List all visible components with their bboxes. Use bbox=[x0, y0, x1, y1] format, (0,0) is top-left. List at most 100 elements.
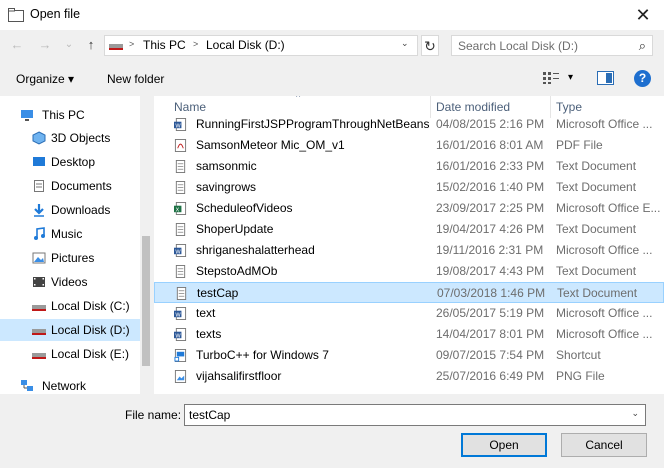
address-dropdown-icon[interactable]: ⌄ bbox=[401, 38, 409, 49]
sidebar-item-label: 3D Objects bbox=[51, 131, 111, 145]
word-icon: W bbox=[174, 244, 187, 257]
sidebar-item-local-disk-d[interactable]: Local Disk (D:) bbox=[0, 319, 140, 341]
breadcrumb-separator[interactable]: > bbox=[193, 39, 198, 49]
file-date-modified: 14/04/2017 8:01 PM bbox=[436, 327, 545, 341]
file-type: Microsoft Office ... bbox=[556, 243, 653, 257]
sidebar-item-label: Local Disk (C:) bbox=[51, 299, 130, 313]
pc-icon bbox=[21, 110, 33, 121]
file-row[interactable]: X ScheduleofVideos 23/09/2017 2:25 PM Micro… bbox=[154, 198, 664, 219]
file-row[interactable]: TurboC++ for Windows 7 09/07/2015 7:54 PM… bbox=[154, 345, 664, 366]
breadcrumb-local-disk-d[interactable]: Local Disk (D:) bbox=[206, 38, 285, 52]
navigation-pane: This PC 3D Objects Desktop Documents Downloa… bbox=[0, 96, 152, 394]
file-date-modified: 23/09/2017 2:25 PM bbox=[436, 201, 545, 215]
back-button[interactable]: ← bbox=[8, 36, 26, 54]
shortcut-icon bbox=[174, 349, 187, 362]
file-name: vijahsalifirstfloor bbox=[196, 369, 282, 383]
sidebar-item-3d-objects[interactable]: 3D Objects bbox=[0, 127, 140, 149]
svg-text:W: W bbox=[175, 312, 181, 318]
downloads-icon bbox=[34, 204, 44, 217]
sidebar-item-local-disk-c[interactable]: Local Disk (C:) bbox=[0, 295, 140, 317]
sidebar-item-label: Videos bbox=[51, 275, 88, 289]
file-row[interactable]: vijahsalifirstfloor 25/07/2016 6:49 PM PNG… bbox=[154, 366, 664, 387]
file-date-modified: 25/07/2016 6:49 PM bbox=[436, 369, 545, 383]
sidebar-item-videos[interactable]: Videos bbox=[0, 271, 140, 293]
breadcrumb-separator[interactable]: > bbox=[129, 39, 134, 49]
sidebar-item-label: Music bbox=[51, 227, 83, 241]
sidebar-item-network[interactable]: Network bbox=[0, 375, 140, 394]
documents-icon bbox=[34, 180, 44, 192]
sidebar-item-label: This PC bbox=[42, 108, 85, 122]
search-placeholder: Search Local Disk (D:) bbox=[458, 39, 579, 53]
file-row[interactable]: savingrows 15/02/2016 1:40 PM Text Documen… bbox=[154, 177, 664, 198]
drive-icon bbox=[109, 44, 123, 50]
file-row[interactable]: Wtexts 14/04/2017 8:01 PM Microsoft Office… bbox=[154, 324, 664, 345]
svg-text:W: W bbox=[175, 123, 181, 129]
new-folder-button[interactable]: New folder bbox=[107, 72, 164, 86]
sidebar-item-label: Local Disk (D:) bbox=[51, 323, 130, 337]
sidebar-item-label: Pictures bbox=[51, 251, 95, 265]
svg-text:X: X bbox=[175, 207, 179, 213]
cancel-button[interactable]: Cancel bbox=[561, 433, 647, 457]
videos-icon bbox=[33, 277, 45, 287]
pictures-icon bbox=[32, 252, 46, 264]
sidebar-item-label: Network bbox=[42, 379, 87, 393]
sidebar-item-documents[interactable]: Documents bbox=[0, 175, 140, 197]
file-name: StepstoAdMOb bbox=[196, 264, 278, 278]
change-view-icon[interactable] bbox=[543, 72, 559, 84]
file-type: Shortcut bbox=[556, 348, 601, 362]
sidebar-item-pictures[interactable]: Pictures bbox=[0, 247, 140, 269]
sidebar-scroll-thumb[interactable] bbox=[142, 236, 150, 366]
file-row[interactable]: Wshriganeshalatterhead 19/11/2016 2:31 PM… bbox=[154, 240, 664, 261]
file-name: samsonmic bbox=[196, 159, 257, 173]
sidebar-item-label: Downloads bbox=[51, 203, 111, 217]
file-name: TurboC++ for Windows 7 bbox=[196, 348, 329, 362]
sidebar-item-music[interactable]: Music bbox=[0, 223, 140, 245]
file-name-input[interactable]: testCap ⌄ bbox=[184, 404, 646, 426]
recent-locations-button[interactable]: ⌄ bbox=[60, 36, 78, 54]
file-type: Text Document bbox=[556, 222, 637, 236]
refresh-button[interactable]: ↻ bbox=[421, 35, 439, 56]
forward-button[interactable]: → bbox=[36, 36, 54, 54]
organize-button[interactable]: Organize ▾ bbox=[16, 72, 74, 86]
open-button[interactable]: Open bbox=[461, 433, 547, 457]
sidebar-item-desktop[interactable]: Desktop bbox=[0, 151, 140, 173]
sidebar-item-label: Local Disk (E:) bbox=[51, 347, 130, 361]
sidebar-item-local-disk-e[interactable]: Local Disk (E:) bbox=[0, 343, 140, 365]
help-icon[interactable]: ? bbox=[634, 70, 651, 87]
3d-objects-icon bbox=[32, 131, 46, 145]
file-type: Text Document bbox=[556, 264, 637, 278]
file-row[interactable]: SamsonMeteor Mic_OM_v1 16/01/2016 8:01 AM… bbox=[154, 135, 664, 156]
view-options-dropdown-icon[interactable]: ▾ bbox=[568, 72, 573, 83]
file-name: shriganeshalatterhead bbox=[196, 243, 315, 257]
svg-text:W: W bbox=[175, 249, 181, 255]
network-icon bbox=[21, 380, 33, 391]
file-date-modified: 19/08/2017 4:43 PM bbox=[436, 264, 545, 278]
address-bar[interactable]: > This PC > Local Disk (D:) ⌄ bbox=[104, 35, 418, 56]
sidebar-item-label: Desktop bbox=[51, 155, 96, 169]
file-name-dropdown-icon[interactable]: ⌄ bbox=[631, 408, 639, 419]
word-icon: W bbox=[174, 307, 187, 320]
file-row[interactable]: testCap 07/03/2018 1:46 PM Text Document bbox=[154, 282, 664, 303]
file-name: SamsonMeteor Mic_OM_v1 bbox=[196, 138, 345, 152]
search-input[interactable]: Search Local Disk (D:) ⌕ bbox=[451, 35, 653, 56]
preview-pane-icon[interactable] bbox=[597, 71, 614, 85]
close-icon[interactable]: ✕ bbox=[630, 4, 656, 26]
sidebar-item-this-pc[interactable]: This PC bbox=[0, 104, 140, 126]
file-type: PNG File bbox=[556, 369, 605, 383]
file-row[interactable]: StepstoAdMOb 19/08/2017 4:43 PM Text Docum… bbox=[154, 261, 664, 282]
up-folder-button[interactable]: ↑ bbox=[82, 36, 100, 54]
breadcrumb-this-pc[interactable]: This PC bbox=[143, 38, 186, 52]
file-type: Microsoft Office ... bbox=[556, 117, 653, 131]
file-name: testCap bbox=[197, 286, 239, 300]
file-type: Microsoft Office E... bbox=[556, 201, 661, 215]
file-name: RunningFirstJSPProgramThroughNetBeans bbox=[196, 117, 430, 131]
word-icon: W bbox=[174, 118, 187, 131]
title-bar: Open file ✕ bbox=[0, 0, 664, 30]
drive-icon bbox=[32, 305, 46, 311]
sidebar-item-downloads[interactable]: Downloads bbox=[0, 199, 140, 221]
file-row[interactable]: W RunningFirstJSPProgramThroughNetBeans 04… bbox=[154, 114, 664, 135]
file-row[interactable]: Wtext 26/05/2017 5:19 PM Microsoft Office … bbox=[154, 303, 664, 324]
file-row[interactable]: ShoperUpdate 19/04/2017 4:26 PM Text Docum… bbox=[154, 219, 664, 240]
file-row[interactable]: samsonmic 16/01/2016 2:33 PM Text Document bbox=[154, 156, 664, 177]
file-date-modified: 04/08/2015 2:16 PM bbox=[436, 117, 545, 131]
